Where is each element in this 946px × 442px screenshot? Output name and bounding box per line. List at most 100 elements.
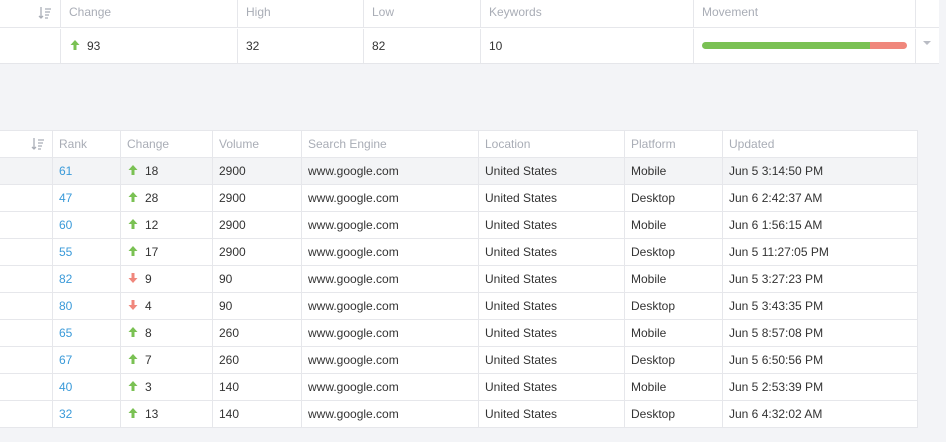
platform-value: Mobile [631,326,667,340]
arrow-up-icon [128,354,138,364]
column-header-updated[interactable]: Updated [723,131,918,157]
row-lead-cell [0,239,53,265]
rank-cell: 65 [53,320,121,346]
summary-header-low[interactable]: Low [364,0,481,28]
column-header-platform[interactable]: Platform [625,131,723,157]
search-engine-cell: www.google.com [302,347,479,373]
platform-value: Desktop [631,407,676,421]
rank-link[interactable]: 55 [59,245,72,259]
updated-cell: Jun 5 8:57:08 PM [723,320,918,346]
rank-table-sort-header[interactable] [0,131,53,157]
rank-link[interactable]: 67 [59,353,72,367]
volume-cell: 2900 [213,239,302,265]
table-row[interactable]: 82 9 90 www.google.com United States Mobile Ju… [0,266,918,293]
summary-expand-cell[interactable] [916,29,939,63]
table-row[interactable]: 61 18 2900 www.google.com United States Mobil… [0,158,918,185]
column-header-volume[interactable]: Volume [213,131,302,157]
column-header-rank[interactable]: Rank [53,131,121,157]
table-row[interactable]: 60 12 2900 www.google.com United States Mobil… [0,212,918,239]
summary-header-change[interactable]: Change [61,0,238,28]
rank-link[interactable]: 60 [59,218,72,232]
search-engine-cell: www.google.com [302,374,479,400]
platform-value: Mobile [631,272,667,286]
row-lead-cell [0,212,53,238]
rank-link[interactable]: 82 [59,272,72,286]
arrow-down-icon [128,273,138,283]
location-value: United States [485,353,558,367]
volume-value: 260 [219,353,240,367]
rank-link[interactable]: 80 [59,299,72,313]
change-cell: 12 [121,212,213,238]
table-row[interactable]: 67 7 260 www.google.com United States Desktop… [0,347,918,374]
location-cell: United States [479,212,625,238]
platform-value: Mobile [631,380,667,394]
change-value-wrap: 9 [127,272,152,286]
summary-header-movement[interactable]: Movement [694,0,916,28]
search-engine-value: www.google.com [308,164,399,178]
summary-header-high[interactable]: High [238,0,364,28]
table-row[interactable]: 40 3 140 www.google.com United States Mobile J… [0,374,918,401]
change-value: 28 [145,191,159,205]
column-header-change[interactable]: Change [121,131,213,157]
rank-link[interactable]: 40 [59,380,72,394]
volume-cell: 260 [213,320,302,346]
updated-value: Jun 6 4:32:02 AM [729,407,823,421]
change-value: 17 [145,245,159,259]
column-header-platform-label: Platform [631,137,676,151]
change-cell: 13 [121,401,213,427]
search-engine-value: www.google.com [308,245,399,259]
summary-change-value-wrap: 93 [69,39,100,53]
change-value: 13 [145,407,159,421]
platform-value: Desktop [631,191,676,205]
change-value-wrap: 3 [127,380,152,394]
rank-cell: 67 [53,347,121,373]
search-engine-cell: www.google.com [302,185,479,211]
change-value: 4 [145,299,152,313]
row-lead-cell [0,374,53,400]
arrow-up-icon [128,408,138,418]
summary-header-high-label: High [246,5,271,19]
updated-cell: Jun 5 3:27:23 PM [723,266,918,292]
rank-link[interactable]: 47 [59,191,72,205]
volume-value: 2900 [219,218,246,232]
rank-link[interactable]: 32 [59,407,72,421]
summary-header-keywords[interactable]: Keywords [481,0,694,28]
row-lead-cell [0,320,53,346]
table-row[interactable]: 65 8 260 www.google.com United States Mobile J… [0,320,918,347]
rank-cell: 61 [53,158,121,184]
change-value-wrap: 17 [127,245,158,259]
table-row[interactable]: 55 17 2900 www.google.com United States Deskt… [0,239,918,266]
rank-cell: 55 [53,239,121,265]
column-header-search-engine[interactable]: Search Engine [302,131,479,157]
location-value: United States [485,218,558,232]
platform-value: Mobile [631,218,667,232]
volume-cell: 140 [213,401,302,427]
platform-cell: Desktop [625,293,723,319]
chevron-down-icon[interactable] [922,40,932,46]
summary-sort-header[interactable] [0,0,61,28]
volume-cell: 140 [213,374,302,400]
change-value-wrap: 28 [127,191,158,205]
rank-link[interactable]: 65 [59,326,72,340]
updated-cell: Jun 5 2:53:39 PM [723,374,918,400]
table-row[interactable]: 32 13 140 www.google.com United States Deskto… [0,401,918,428]
arrow-up-icon [128,246,138,256]
location-cell: United States [479,374,625,400]
sort-descending-icon[interactable] [38,6,52,20]
search-engine-value: www.google.com [308,380,399,394]
location-value: United States [485,407,558,421]
volume-value: 2900 [219,191,246,205]
summary-movement-cell [694,29,916,63]
volume-value: 140 [219,380,240,394]
table-row[interactable]: 80 4 90 www.google.com United States Desktop J… [0,293,918,320]
rank-link[interactable]: 61 [59,164,72,178]
volume-cell: 2900 [213,158,302,184]
summary-change-value: 93 [87,39,101,53]
location-value: United States [485,272,558,286]
sort-descending-icon[interactable] [31,137,45,151]
arrow-up-icon [70,40,80,50]
table-row[interactable]: 47 28 2900 www.google.com United States Deskt… [0,185,918,212]
summary-header-spacer [916,0,939,28]
search-engine-value: www.google.com [308,272,399,286]
column-header-location[interactable]: Location [479,131,625,157]
